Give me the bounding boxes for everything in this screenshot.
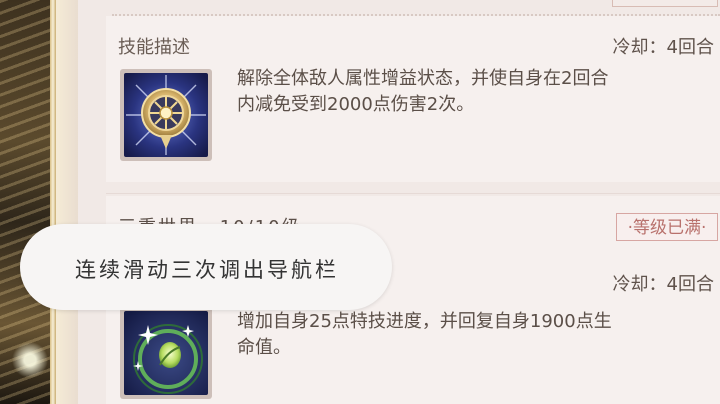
left-decorative-frame: [0, 0, 78, 404]
skill1-description-line2: 内减免受到2000点伤害2次。: [237, 94, 475, 115]
sun-emblem-icon: [124, 73, 208, 157]
top-badge-edge: [612, 0, 718, 7]
section-divider: [106, 193, 720, 194]
level-max-badge: ·等级已满·: [616, 213, 718, 241]
skill1-cooldown: 冷却：4回合: [612, 37, 714, 58]
skill1-description-line1: 解除全体敌人属性增益状态，并使自身在2回合: [237, 68, 609, 89]
gold-border: [50, 0, 56, 404]
toast-text: 连续滑动三次调出导航栏: [75, 258, 339, 282]
ornate-background-art: [0, 0, 52, 404]
navigation-hint-toast: 连续滑动三次调出导航栏: [20, 224, 392, 310]
skill2-icon-frame[interactable]: [120, 307, 212, 399]
skill2-description: 增加自身25点特技进度，并回复自身1900点生 命值。: [237, 309, 715, 361]
skill1-icon-frame[interactable]: [120, 69, 212, 161]
skill2-cooldown: 冷却：4回合: [612, 274, 714, 295]
skill2-description-line2: 命值。: [237, 337, 291, 358]
skill1-description: 解除全体敌人属性增益状态，并使自身在2回合 内减免受到2000点伤害2次。: [237, 66, 715, 118]
skill2-description-line1: 增加自身25点特技进度，并回复自身1900点生: [237, 311, 612, 332]
sparkle-leaf-icon: [124, 311, 208, 395]
skill-description-title: 技能描述: [118, 37, 190, 58]
